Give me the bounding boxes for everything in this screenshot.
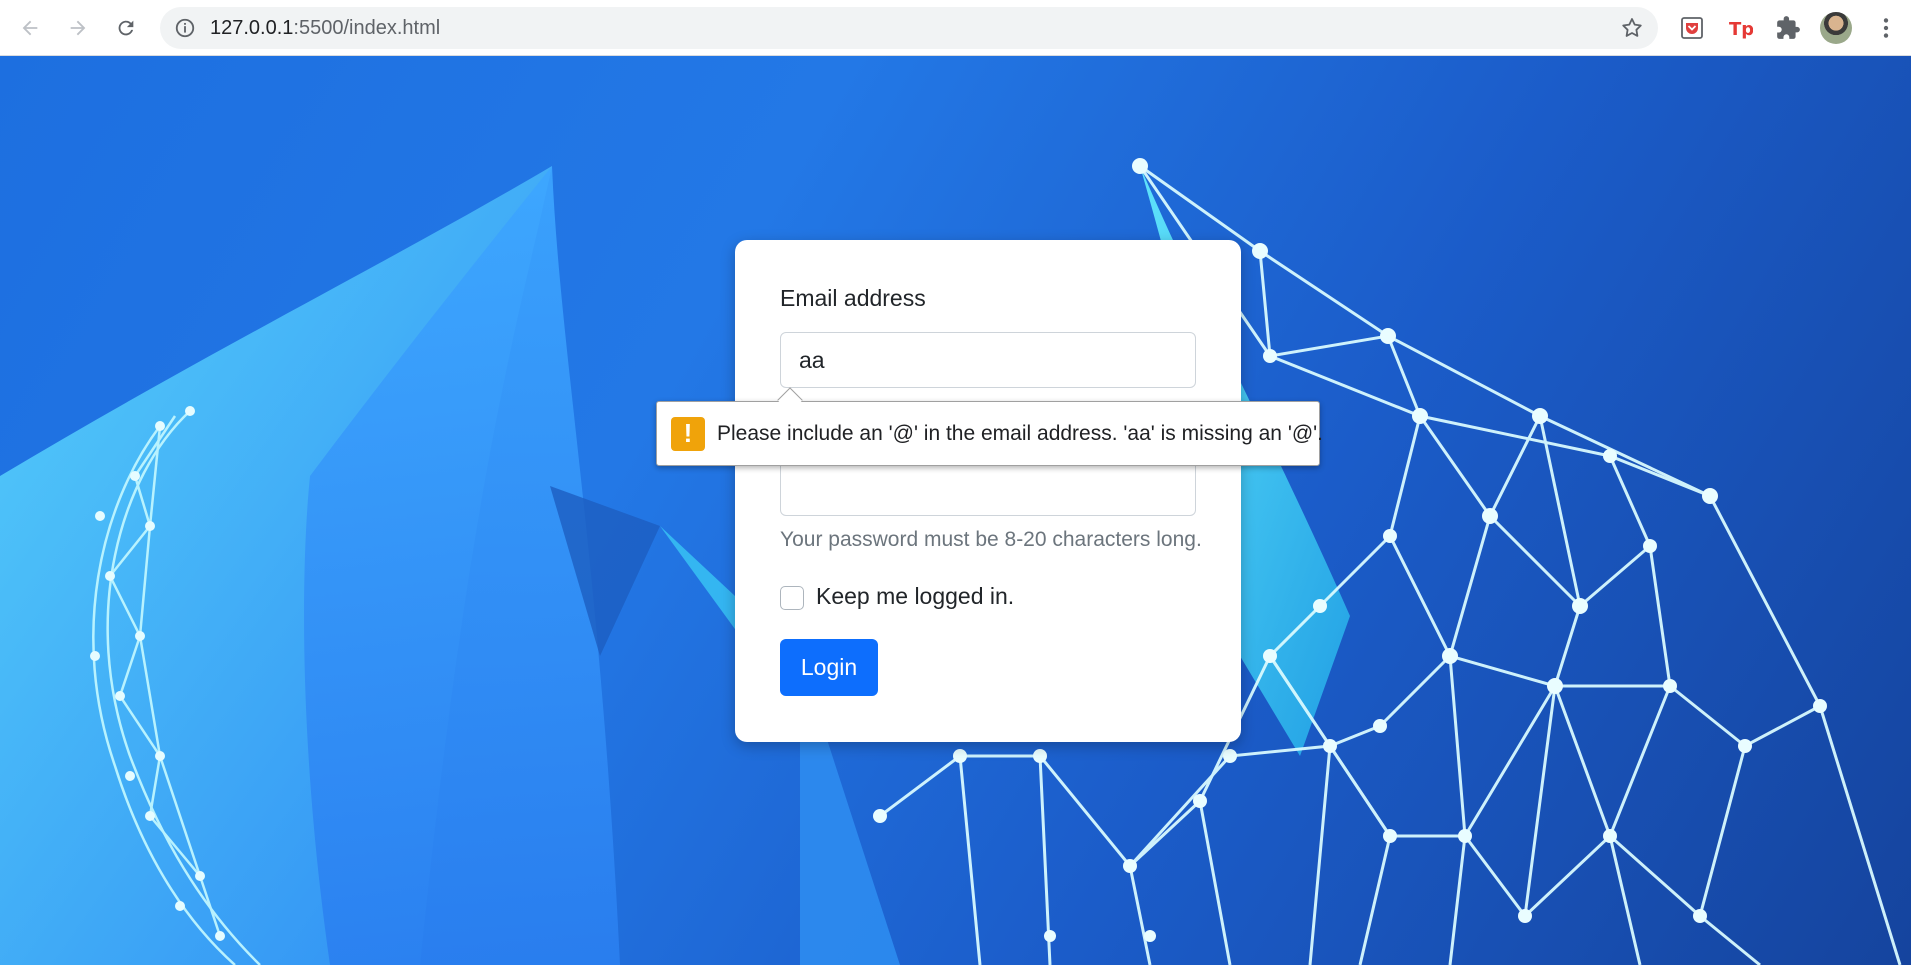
more-vert-icon [1883, 18, 1889, 38]
login-button[interactable]: Login [780, 639, 878, 696]
back-arrow-icon [22, 20, 38, 36]
pocket-extension-button[interactable] [1676, 12, 1708, 44]
address-url: 127.0.0.1:5500/index.html [210, 17, 441, 39]
password-help-text: Your password must be 8-20 characters lo… [780, 528, 1202, 551]
address-bar[interactable]: 127.0.0.1:5500/index.html [160, 7, 1658, 49]
pocket-icon [1681, 17, 1703, 39]
forward-arrow-icon [70, 20, 86, 36]
site-info-icon[interactable] [174, 17, 196, 39]
reload-icon [118, 20, 134, 36]
warning-icon: ! [671, 416, 705, 451]
email-field[interactable]: aa [780, 332, 1196, 388]
validation-tooltip: ! Please include an '@' in the email add… [656, 387, 1323, 466]
svg-text:Tp: Tp [1729, 19, 1753, 40]
password-field[interactable] [780, 460, 1196, 516]
tp-extension-icon: Tp [1729, 19, 1753, 40]
bookmark-star-icon[interactable] [1620, 16, 1644, 40]
forward-button[interactable] [62, 12, 94, 44]
remember-me-label[interactable]: Keep me logged in. [816, 583, 1014, 610]
back-button[interactable] [14, 12, 46, 44]
reload-button[interactable] [110, 12, 142, 44]
login-card: Email address aa Your password must be 8… [735, 240, 1241, 742]
validation-message: Please include an '@' in the email addre… [717, 421, 1323, 445]
remember-me-checkbox[interactable] [780, 586, 804, 610]
email-value: aa [799, 346, 825, 373]
profile-avatar[interactable] [1820, 12, 1852, 44]
puzzle-extensions-icon [1777, 16, 1800, 39]
email-label: Email address [780, 285, 926, 311]
extensions-button[interactable] [1772, 12, 1804, 44]
tp-extension-button[interactable]: Tp [1724, 12, 1756, 44]
browser-toolbar: 127.0.0.1:5500/index.html Tp [0, 0, 1911, 56]
browser-menu-button[interactable] [1870, 12, 1902, 44]
